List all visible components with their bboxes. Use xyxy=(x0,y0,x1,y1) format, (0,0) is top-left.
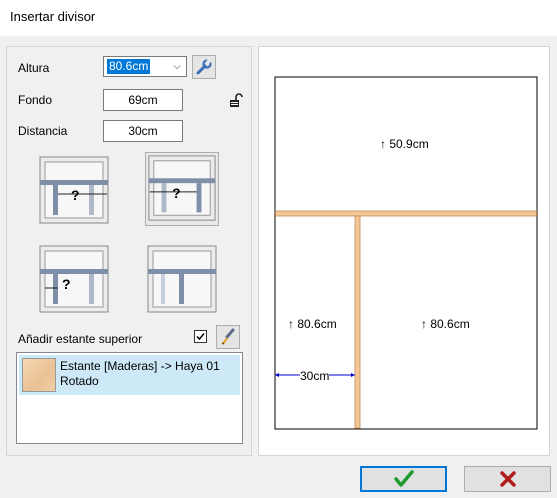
checkmark-icon xyxy=(196,333,205,341)
title-bar: Insertar divisor xyxy=(0,0,557,36)
cabinet-divider-icon: ? xyxy=(39,156,109,224)
material-text: Estante [Maderas] -> Haya 01 Rotado xyxy=(60,359,220,389)
preview-drawing xyxy=(274,76,538,430)
x-icon xyxy=(499,471,516,487)
distancia-label: Distancia xyxy=(18,124,68,138)
svg-text:?: ? xyxy=(71,187,80,203)
divider-option-3[interactable]: ? xyxy=(37,243,111,317)
cabinet-divider-icon: ? xyxy=(148,155,216,221)
ok-button[interactable] xyxy=(360,466,447,492)
divider-option-2[interactable]: ? xyxy=(145,152,219,226)
svg-text:?: ? xyxy=(62,276,71,292)
svg-text:?: ? xyxy=(172,186,180,201)
fondo-field[interactable]: 69cm xyxy=(103,89,183,111)
distance-label: 30cm xyxy=(300,369,330,383)
left-height-label: ↑ 80.6cm xyxy=(288,317,337,331)
material-list[interactable]: Estante [Maderas] -> Haya 01 Rotado xyxy=(16,352,243,444)
cancel-button[interactable] xyxy=(464,466,551,492)
divider-option-4[interactable] xyxy=(145,243,219,317)
fondo-label: Fondo xyxy=(18,93,53,107)
material-orientation: Rotado xyxy=(60,374,99,388)
chevron-down-icon[interactable]: ⌵ xyxy=(170,59,184,74)
list-item[interactable]: Estante [Maderas] -> Haya 01 Rotado xyxy=(19,355,240,395)
top-shelf-label: Añadir estante superior xyxy=(18,332,143,346)
paint-brush-button[interactable] xyxy=(216,325,240,349)
checkmark-icon xyxy=(393,470,414,487)
altura-label: Altura xyxy=(18,61,50,75)
wood-swatch xyxy=(22,358,56,392)
top-shelf-checkbox[interactable] xyxy=(194,330,207,343)
divider-option-1[interactable]: ? xyxy=(37,154,111,228)
wrench-button[interactable] xyxy=(192,55,216,79)
window-title: Insertar divisor xyxy=(10,9,96,24)
unlock-icon[interactable] xyxy=(228,93,244,112)
material-name: Estante [Maderas] -> Haya 01 xyxy=(60,359,220,373)
cabinet-divider-icon: ? xyxy=(39,245,109,313)
altura-value: 80.6cm xyxy=(107,59,151,74)
preview-canvas: ↑ 50.9cm ↑ 80.6cm ↑ 80.6cm 30cm xyxy=(258,46,550,456)
altura-combobox[interactable]: 80.6cm ⌵ xyxy=(103,56,187,77)
top-height-label: ↑ 50.9cm xyxy=(380,137,429,151)
brush-icon xyxy=(221,328,235,345)
right-height-label: ↑ 80.6cm xyxy=(421,317,470,331)
cabinet-divider-icon xyxy=(147,245,217,313)
wrench-icon xyxy=(196,58,212,75)
distancia-field[interactable]: 30cm xyxy=(103,120,183,142)
